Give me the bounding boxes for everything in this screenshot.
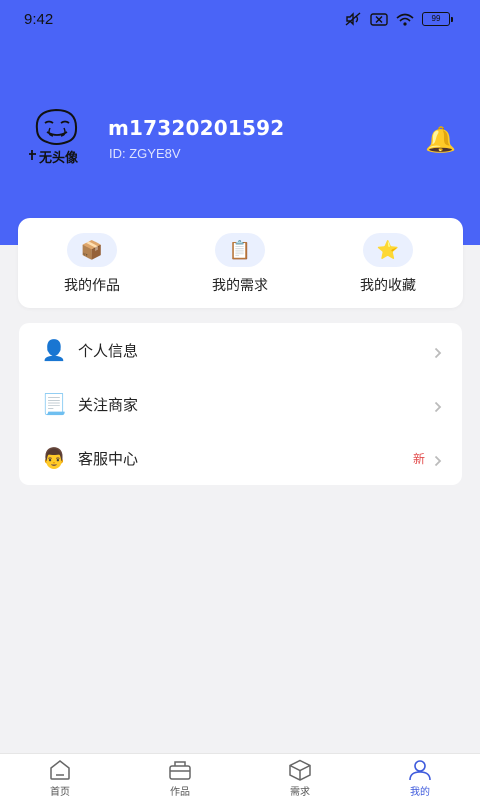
support-agent-icon: 👨: [41, 446, 67, 470]
tab-home[interactable]: 首页: [30, 759, 90, 798]
user-id: ID: ZGYE8V: [109, 146, 181, 161]
username: m17320201592: [108, 116, 285, 140]
menu-item-label: 个人信息: [78, 342, 139, 360]
quick-action-my-favorites[interactable]: ⭐ 我的收藏: [328, 233, 448, 295]
new-badge: 新: [412, 452, 425, 466]
notepad-icon: 📃: [41, 392, 67, 416]
profile-header: 9:42 99 无头像 m17320201592 ID: ZGYE8V 🔔: [0, 0, 480, 245]
status-time: 9:42: [24, 11, 54, 28]
chevron-right-icon: [434, 398, 442, 417]
avatar[interactable]: 无头像: [25, 105, 89, 169]
status-bar: 9:42 99: [0, 0, 480, 40]
tab-label: 需求: [290, 787, 310, 798]
home-icon: [50, 760, 70, 780]
wifi-icon: [396, 13, 414, 26]
battery-icon: 99: [422, 12, 453, 26]
status-icons: 99: [344, 12, 453, 26]
menu-item-followed-merchants[interactable]: 📃 关注商家: [19, 377, 462, 431]
bell-icon[interactable]: 🔔: [425, 125, 456, 155]
package-icon: 📦: [67, 233, 117, 267]
menu-item-label: 关注商家: [78, 396, 139, 414]
person-icon: 👤: [41, 338, 67, 362]
quick-action-label: 我的作品: [64, 278, 120, 294]
tab-works[interactable]: 作品: [150, 759, 210, 798]
tab-requests[interactable]: 需求: [270, 759, 330, 798]
tab-mine[interactable]: 我的: [390, 759, 450, 798]
works-icon: [169, 761, 191, 780]
quick-actions-card: 📦 我的作品 📋 我的需求 ⭐ 我的收藏: [18, 218, 463, 308]
star-icon: ⭐: [363, 233, 413, 267]
chevron-right-icon: [434, 452, 442, 471]
menu-item-label: 客服中心: [78, 450, 139, 468]
quick-action-label: 我的需求: [212, 278, 268, 294]
avatar-placeholder-text: 无头像: [38, 150, 79, 166]
quick-action-my-requests[interactable]: 📋 我的需求: [180, 233, 300, 295]
menu-card: 👤 个人信息 📃 关注商家 👨 客服中心 新: [19, 323, 462, 485]
menu-item-customer-service[interactable]: 👨 客服中心 新: [19, 431, 462, 485]
mute-icon: [344, 12, 362, 26]
tab-label: 我的: [410, 787, 430, 798]
box-icon: [289, 759, 311, 781]
profile-icon: [409, 760, 431, 781]
clipboard-icon: 📋: [215, 233, 265, 267]
tab-label: 作品: [170, 787, 190, 798]
quick-action-my-works[interactable]: 📦 我的作品: [32, 233, 152, 295]
menu-item-personal-info[interactable]: 👤 个人信息: [19, 323, 462, 377]
quick-action-label: 我的收藏: [360, 278, 416, 294]
tab-label: 首页: [50, 787, 70, 798]
bottom-tab-bar: 首页 作品 需求 我的: [0, 753, 480, 801]
no-sim-icon: [370, 12, 388, 26]
chevron-right-icon: [434, 344, 442, 363]
